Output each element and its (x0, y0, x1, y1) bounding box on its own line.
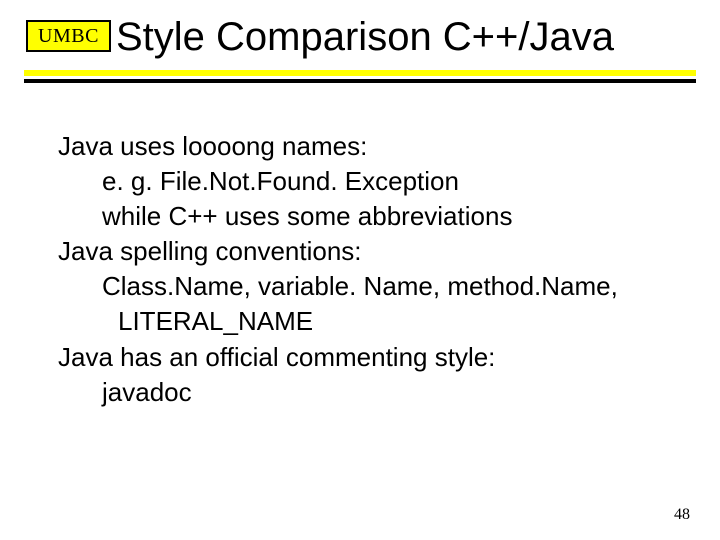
page-number: 48 (674, 506, 690, 524)
slide-title: Style Comparison C++/Java (116, 14, 720, 66)
slide-body: Java uses loooong names: e. g. File.Not.… (58, 129, 662, 410)
body-line: e. g. File.Not.Found. Exception (102, 164, 662, 199)
body-line: while C++ uses some abbreviations (102, 199, 662, 234)
body-line: Class.Name, variable. Name, method.Name, (102, 269, 662, 304)
divider-black (24, 79, 696, 83)
slide-header: UMBC Style Comparison C++/Java (0, 0, 720, 83)
umbc-badge: UMBC (26, 20, 111, 52)
slide: UMBC Style Comparison C++/Java Java uses… (0, 0, 720, 540)
divider-yellow (24, 70, 696, 76)
body-line: LITERAL_NAME (118, 304, 662, 339)
body-line: Java spelling conventions: (58, 234, 662, 269)
body-line: Java uses loooong names: (58, 129, 662, 164)
body-line: javadoc (102, 375, 662, 410)
body-line: Java has an official commenting style: (58, 340, 662, 375)
